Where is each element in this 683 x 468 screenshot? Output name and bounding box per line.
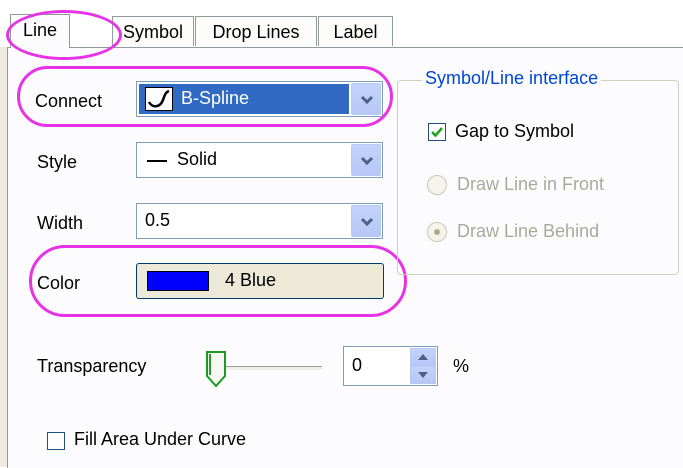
draw-line-front-radio[interactable] [427, 175, 447, 195]
width-dropdown-button[interactable] [351, 205, 381, 237]
color-highlight-oval [29, 245, 407, 317]
line-tab-highlight-oval [6, 10, 122, 60]
width-label: Width [37, 213, 84, 233]
fill-area-label: Fill Area Under Curve [74, 429, 247, 449]
chevron-down-icon [360, 217, 374, 227]
gap-to-symbol-checkbox[interactable] [428, 123, 446, 141]
transparency-spin-box[interactable]: 0 [343, 346, 438, 386]
spin-down-button[interactable] [410, 366, 436, 384]
chevron-down-icon [360, 156, 374, 166]
draw-line-behind-radio[interactable] [427, 222, 447, 242]
radio-dot [434, 229, 440, 235]
tab-drop-lines-label: Drop Lines [212, 22, 300, 42]
tab-symbol[interactable]: Symbol [112, 16, 194, 46]
transparency-unit: % [453, 356, 470, 376]
draw-line-behind-label: Draw Line Behind [457, 221, 600, 241]
width-value: 0.5 [145, 210, 171, 230]
tab-drop-lines[interactable]: Drop Lines [195, 16, 317, 46]
style-dropdown[interactable]: Solid [136, 142, 383, 178]
fill-area-checkbox[interactable] [47, 432, 65, 450]
tab-symbol-label: Symbol [122, 22, 184, 42]
slider-thumb[interactable] [205, 350, 227, 388]
spin-up-icon [418, 354, 428, 360]
checkmark-icon [431, 127, 443, 138]
left-strip [0, 47, 7, 467]
solid-line-icon [147, 160, 167, 162]
tab-label-label: Label [333, 22, 378, 42]
transparency-label: Transparency [37, 356, 147, 376]
connect-highlight-oval [17, 66, 393, 127]
spin-up-button[interactable] [410, 348, 436, 366]
width-dropdown[interactable]: 0.5 [136, 203, 383, 239]
style-label: Style [37, 152, 78, 172]
transparency-value: 0 [352, 355, 363, 375]
style-dropdown-button[interactable] [351, 144, 381, 176]
gap-to-symbol-label: Gap to Symbol [455, 121, 575, 141]
spin-down-icon [418, 372, 428, 378]
tab-label[interactable]: Label [318, 16, 393, 46]
draw-line-front-label: Draw Line in Front [457, 174, 605, 194]
style-value: Solid [177, 149, 218, 169]
group-title: Symbol/Line interface [422, 68, 602, 89]
